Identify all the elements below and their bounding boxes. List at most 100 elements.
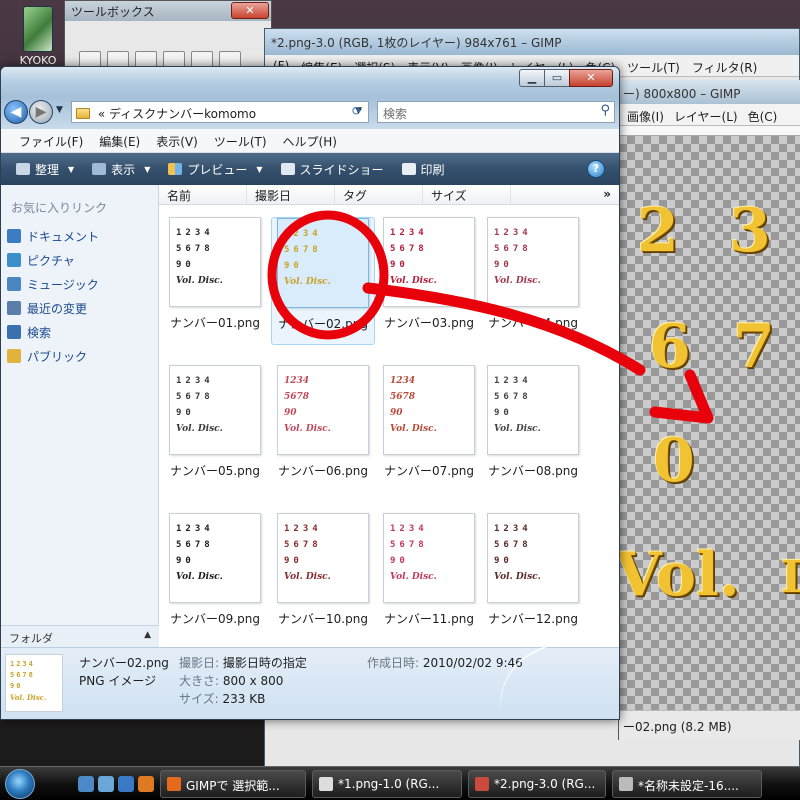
toolbox-close-button[interactable]: ✕: [231, 2, 269, 19]
address-prefix: «: [97, 107, 106, 121]
desktop-shortcut[interactable]: KYOKO: [14, 6, 62, 67]
file-thumbnail[interactable]: 1234 5678 90 Vol. Disc. ナンバー06.png: [271, 365, 375, 493]
details-created: 作成日時: 2010/02/02 9:46: [367, 654, 523, 671]
file-thumbnail[interactable]: 1234 5678 90 Vol. Disc. ナンバー12.png: [481, 513, 585, 641]
maximize-button[interactable]: ▭: [544, 69, 570, 87]
details-pane: 1234 5678 90 Vol. Disc. ナンバー02.png PNG イ…: [1, 637, 619, 719]
firefox-icon[interactable]: [138, 775, 154, 792]
thumb-text: 1234: [284, 376, 310, 386]
decorative-swoosh: [480, 637, 588, 719]
nav-link[interactable]: ピクチャ: [1, 248, 158, 272]
file-name: ナンバー05.png: [170, 464, 260, 478]
column-size[interactable]: サイズ: [423, 185, 511, 204]
file-name: ナンバー12.png: [488, 612, 578, 626]
file-thumbnail[interactable]: 1234 5678 90 Vol. Disc. ナンバー08.png: [481, 365, 585, 493]
canvas-glyph: 3: [729, 196, 771, 266]
folders-toggle[interactable]: フォルダ ▲: [1, 625, 159, 647]
printer-icon: [401, 163, 416, 175]
print-button[interactable]: 印刷: [393, 153, 454, 185]
file-name: ナンバー03.png: [384, 316, 474, 330]
column-date-taken[interactable]: 撮影日: [247, 185, 335, 204]
file-name: ナンバー11.png: [384, 612, 474, 626]
gimp1-menu-item[interactable]: フィルタ(R): [692, 59, 757, 76]
gimp1-menu-item[interactable]: ツール(T): [627, 59, 680, 76]
thumb-text: Vol. Disc.: [176, 424, 223, 434]
file-thumbnail[interactable]: 1234 5678 90 Vol. Disc. ナンバー02.png: [271, 217, 375, 345]
toolbox-titlebar[interactable]: ツールボックス ✕: [65, 1, 271, 21]
thumbnail-image: 1234 5678 90 Vol. Disc.: [487, 217, 579, 307]
start-button[interactable]: [0, 767, 40, 800]
file-thumbnail[interactable]: 1234 5678 90 Vol. Disc. ナンバー01.png: [163, 217, 267, 345]
history-dropdown-icon[interactable]: ▼: [56, 105, 63, 115]
slideshow-label: スライドショー: [299, 162, 384, 177]
slideshow-button[interactable]: スライドショー: [272, 153, 393, 185]
organize-button[interactable]: 整理 ▼: [7, 153, 83, 185]
search-input[interactable]: 検索 ⚲: [377, 101, 615, 123]
ie-icon[interactable]: [118, 775, 134, 792]
forward-button[interactable]: ▶: [29, 100, 53, 124]
menu-help[interactable]: ヘルプ(H): [283, 133, 337, 152]
nav-link[interactable]: ドキュメント: [1, 224, 158, 248]
toolbox-title: ツールボックス: [71, 5, 155, 19]
minimize-button[interactable]: ▁: [519, 69, 545, 87]
gimp2-menu-layer[interactable]: レイヤー(L): [674, 108, 738, 125]
details-file-name: ナンバー02.png: [79, 656, 169, 670]
switch-windows-icon[interactable]: [98, 775, 114, 792]
taskbar-window-button[interactable]: *1.png-1.0 (RG...: [312, 769, 462, 798]
help-icon[interactable]: ?: [587, 160, 605, 178]
views-button[interactable]: 表示 ▼: [83, 153, 159, 185]
taskbar-window-button[interactable]: *2.png-3.0 (RG...: [468, 769, 606, 798]
thumb-text: 90: [494, 556, 513, 566]
explorer-titlebar[interactable]: ▁ ▭ ✕: [1, 67, 619, 97]
file-thumbnail[interactable]: 1234 5678 90 Vol. Disc. ナンバー07.png: [377, 365, 481, 493]
canvas-glyph: 6: [649, 312, 691, 382]
nav-link[interactable]: 検索: [1, 320, 158, 344]
thumb-text: 1234: [494, 524, 532, 534]
thumb-text: 5678: [176, 244, 214, 254]
preview-icon: [168, 163, 183, 175]
file-thumbnail[interactable]: 1234 5678 90 Vol. Disc. ナンバー03.png: [377, 217, 481, 345]
menu-tools[interactable]: ツール(T): [214, 133, 267, 152]
taskbar-window-button[interactable]: *名称未設定-16....: [612, 769, 762, 798]
thumb-text: Vol. Disc.: [390, 572, 437, 582]
back-button[interactable]: ◀: [4, 100, 28, 124]
app-icon: [619, 776, 633, 791]
gimp2-menu-image[interactable]: 画像(I): [627, 108, 664, 125]
column-tags[interactable]: タグ: [335, 185, 423, 204]
file-thumbnail[interactable]: 1234 5678 90 Vol. Disc. ナンバー04.png: [481, 217, 585, 345]
details-thumbnail: 1234 5678 90 Vol. Disc.: [5, 654, 63, 712]
file-thumbnail[interactable]: 1234 5678 90 Vol. Disc. ナンバー11.png: [377, 513, 481, 641]
file-thumbnail[interactable]: 1234 5678 90 Vol. Disc. ナンバー10.png: [271, 513, 375, 641]
menu-view[interactable]: 表示(V): [156, 133, 198, 152]
taskbar-window-button[interactable]: GIMPで 選択範...: [160, 769, 306, 798]
close-button[interactable]: ✕: [569, 69, 613, 87]
nav-link[interactable]: パブリック: [1, 344, 158, 368]
show-desktop-icon[interactable]: [78, 775, 94, 792]
gimp2-titlebar[interactable]: ー) 800x800 – GIMP: [619, 80, 800, 104]
details-value[interactable]: 撮影日時の指定: [223, 656, 307, 670]
nav-link-label: ドキュメント: [27, 229, 100, 244]
address-bar[interactable]: « ディスクナンバーkomomo ▼: [71, 101, 369, 123]
thumb-text: Vol. Disc.: [176, 572, 223, 582]
gimp1-titlebar[interactable]: *2.png-3.0 (RGB, 1枚のレイヤー) 984x761 – GIMP: [265, 29, 799, 55]
column-headers: 名前 撮影日 タグ サイズ »: [159, 185, 619, 205]
file-thumbnail[interactable]: 1234 5678 90 Vol. Disc. ナンバー09.png: [163, 513, 267, 641]
file-list-pane: 名前 撮影日 タグ サイズ » 1234 5678 90 Vol. Disc. ナンバー…: [159, 185, 619, 647]
file-thumbnail[interactable]: 1234 5678 90 Vol. Disc. ナンバー05.png: [163, 365, 267, 493]
more-columns-icon[interactable]: »: [603, 187, 611, 201]
nav-link[interactable]: 最近の変更: [1, 296, 158, 320]
gimp2-menu-color[interactable]: 色(C): [748, 108, 778, 125]
app-icon: [319, 776, 333, 791]
nav-link[interactable]: ミュージック: [1, 272, 158, 296]
refresh-button[interactable]: ⟳: [346, 102, 368, 122]
menu-edit[interactable]: 編集(E): [99, 133, 140, 152]
search-icon[interactable]: ⚲: [600, 103, 610, 118]
menu-file[interactable]: ファイル(F): [19, 133, 83, 152]
thumb-text: 90: [494, 260, 513, 270]
details-dimensions: 大きさ: 800 x 800: [179, 672, 283, 689]
thumb-text: 90: [284, 556, 303, 566]
image-canvas[interactable]: 2 3 6 7 0 Vol. D: [619, 136, 800, 710]
preview-button[interactable]: プレビュー ▼: [159, 153, 271, 185]
canvas-glyph: 7: [733, 312, 775, 382]
column-name[interactable]: 名前: [159, 185, 247, 204]
